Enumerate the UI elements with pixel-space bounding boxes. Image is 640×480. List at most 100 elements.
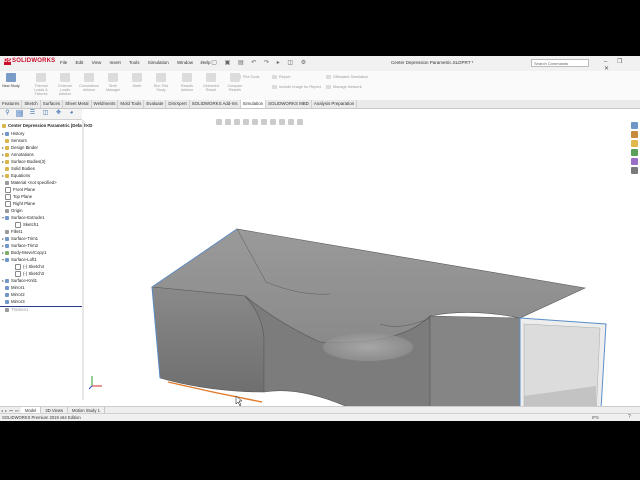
menu-view[interactable]: View: [92, 60, 102, 65]
tree-item-label: Mirror1: [11, 285, 25, 290]
tree-root-label: Center Depression Parametric (Default<D: [8, 123, 93, 128]
tab-evaluate[interactable]: Evaluate: [144, 100, 167, 108]
tree-item-surface-trim1[interactable]: ▸ Surface-Trim1: [2, 236, 38, 242]
menu-tools[interactable]: Tools: [129, 60, 140, 65]
external-loads-icon: [60, 73, 70, 82]
tab-mold-tools[interactable]: Mold Tools: [118, 100, 145, 108]
plot-tools-button[interactable]: Plot Tools: [236, 75, 259, 79]
help-icon[interactable]: ?: [628, 414, 631, 420]
tree-item-front-plane[interactable]: Front Plane: [2, 187, 35, 193]
tree-item-fillet1[interactable]: Fillet1: [2, 229, 22, 235]
ribbon-label: External Loads Advisor: [58, 84, 72, 96]
3d-model-duct[interactable]: [151, 228, 607, 406]
document-title: Center Depression Parametric.SLDPRT *: [391, 60, 474, 65]
tree-item-thicken1[interactable]: Thicken1: [2, 307, 28, 313]
tree-item-sketch4[interactable]: (-) Sketch4: [12, 264, 44, 270]
solidworks-logo[interactable]: DSSOLIDWORKS: [4, 58, 55, 65]
solidworks-resources-icon[interactable]: [631, 122, 638, 129]
offloaded-simulation-button[interactable]: Offloaded Simulation: [326, 75, 368, 79]
graphics-area[interactable]: [84, 120, 630, 406]
tree-item-mirror2[interactable]: Mirror2: [2, 292, 25, 298]
feature-tree-tab-icon[interactable]: ▤: [16, 110, 23, 117]
tab-simulation[interactable]: Simulation: [240, 100, 267, 108]
ribbon-button-thermal-loads[interactable]: Thermal Loads & Fixtures: [30, 73, 52, 96]
tree-item-design-binder[interactable]: ▸ Design Binder: [2, 145, 38, 151]
filter-icon[interactable]: ⚲: [4, 110, 11, 117]
tree-item-annotations[interactable]: ▸ Annotations: [2, 152, 34, 158]
tab-features[interactable]: Features: [0, 100, 23, 108]
appearances-icon[interactable]: [631, 158, 638, 165]
file-explorer-icon[interactable]: [631, 140, 638, 147]
ribbon-button-results-advisor[interactable]: Results Advisor: [176, 73, 198, 92]
tree-item-label: Surface-Trim2: [11, 243, 39, 248]
tree-item-label: Front Plane: [13, 187, 36, 193]
menu-edit[interactable]: Edit: [76, 60, 84, 65]
custom-properties-icon[interactable]: [631, 167, 638, 174]
tree-item-equations[interactable]: ▸ Equations: [2, 173, 30, 179]
move-copy-icon: [5, 250, 9, 255]
menu-file[interactable]: File: [60, 60, 67, 65]
tree-item-surface-trim2[interactable]: ▸ Surface-Trim2: [2, 243, 38, 249]
tree-item-label: Material <not specified>: [11, 180, 57, 185]
tree-item-mirror3[interactable]: Mirror3: [2, 299, 25, 305]
tree-item-label: Top Plane: [13, 194, 33, 200]
view-palette-icon[interactable]: [631, 149, 638, 156]
tree-item-label: Right Plane: [13, 201, 36, 207]
search-commands-input[interactable]: Search Commands: [531, 59, 589, 67]
design-library-icon[interactable]: [631, 131, 638, 138]
ribbon-button-shell-manager[interactable]: Shell Manager: [102, 73, 124, 92]
tree-item-right-plane[interactable]: Right Plane: [2, 201, 35, 207]
tree-item-origin[interactable]: Origin: [2, 208, 22, 214]
title-bar: DSSOLIDWORKS File Edit View Insert Tools…: [0, 56, 640, 72]
include-image-button[interactable]: Include Image for Report: [272, 85, 321, 89]
tree-item-surface-knit1[interactable]: ▸ Surface-Knit1: [2, 278, 37, 284]
annotations-icon: [5, 152, 9, 157]
report-button[interactable]: Report: [272, 75, 290, 79]
tab-addins[interactable]: SOLIDWORKS Add-Ins: [190, 100, 241, 108]
tree-item-surface-extrude1[interactable]: ▾ Surface-Extrude1: [2, 215, 44, 221]
tab-mbd[interactable]: SOLIDWORKS MBD: [266, 100, 312, 108]
tree-root-part[interactable]: Center Depression Parametric (Default<D: [2, 123, 92, 129]
tree-item-label: Mirror2: [11, 292, 25, 297]
tree-item-mirror1[interactable]: Mirror1: [2, 285, 25, 291]
menu-insert[interactable]: Insert: [110, 60, 121, 65]
tree-item-sketch3[interactable]: (-) Sketch3: [12, 271, 44, 277]
quick-access-toolbar[interactable]: ⌂ ▢ ▣ ▤ ↶ ↷ ▸ ◫ ⚙: [200, 59, 309, 66]
manage-network-button[interactable]: Manage Network: [326, 85, 362, 89]
tree-item-sketch1[interactable]: Sketch1: [12, 222, 39, 228]
tree-item-sensors[interactable]: Sensors: [2, 138, 27, 144]
menu-window[interactable]: Window: [177, 60, 193, 65]
tab-dimxpert[interactable]: DimXpert: [166, 100, 190, 108]
surface-loft-icon: [5, 257, 9, 262]
run-study-icon: [156, 73, 166, 82]
tree-item-label: Surface Bodies(3): [11, 159, 46, 164]
sketch-icon: [15, 264, 21, 270]
logo-text: SOLIDWORKS: [12, 58, 56, 64]
configuration-manager-tab-icon[interactable]: ◫: [42, 110, 49, 117]
menu-simulation[interactable]: Simulation: [148, 60, 169, 65]
ribbon-button-mesh[interactable]: Mesh: [126, 73, 148, 88]
tree-item-solid-bodies[interactable]: Solid Bodies: [2, 166, 35, 172]
tab-sheet-metal[interactable]: Sheet Metal: [63, 100, 92, 108]
dimxpert-tab-icon[interactable]: ✥: [55, 110, 62, 117]
tree-item-surface-bodies[interactable]: ▸ Surface Bodies(3): [2, 159, 45, 165]
unit-system[interactable]: IPS: [592, 415, 599, 420]
tab-sketch[interactable]: Sketch: [22, 100, 41, 108]
ribbon-button-external-loads[interactable]: External Loads Advisor: [54, 73, 76, 96]
window-controls[interactable]: – ❐ ✕: [604, 58, 640, 72]
tree-item-history[interactable]: ▸ History: [2, 131, 24, 137]
property-manager-tab-icon[interactable]: ☰: [29, 110, 36, 117]
tab-surfaces[interactable]: Surfaces: [41, 100, 64, 108]
tree-item-material[interactable]: Material <not specified>: [2, 180, 57, 186]
tab-weldments[interactable]: Weldments: [92, 100, 119, 108]
ribbon-button-connections[interactable]: Connections Advisor: [78, 73, 100, 92]
tree-item-body-move-copy1[interactable]: ▸ Body-Move/Copy1: [2, 250, 46, 256]
tree-item-top-plane[interactable]: Top Plane: [2, 194, 32, 200]
tree-item-surface-loft1[interactable]: ▾ Surface-Loft1: [2, 257, 37, 263]
display-manager-tab-icon[interactable]: ◕: [68, 110, 75, 117]
tab-analysis-preparation[interactable]: Analysis Preparation: [312, 100, 358, 108]
ribbon-button-run-study[interactable]: Run This Study: [150, 73, 172, 92]
ribbon-button-deformed-result[interactable]: Deformed Result: [200, 73, 222, 92]
plane-icon: [5, 194, 11, 200]
new-study-button[interactable]: New Study: [0, 73, 22, 88]
